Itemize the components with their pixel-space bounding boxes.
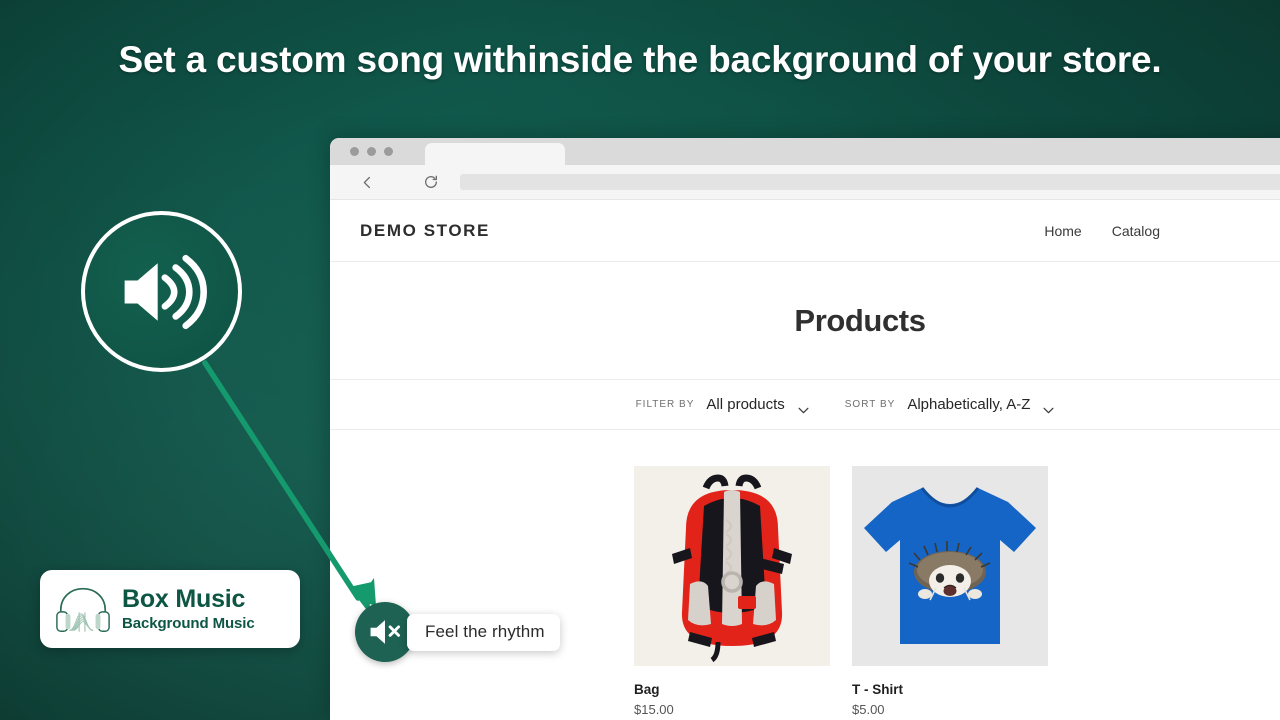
sort-by-select[interactable]: Alphabetically, A-Z xyxy=(907,396,1054,414)
browser-toolbar xyxy=(330,165,1280,200)
brand-title: Box Music xyxy=(122,584,246,613)
brand-card: Box Music Background Music xyxy=(40,570,300,648)
store-logo[interactable]: DEMO STORE xyxy=(360,221,490,241)
product-card[interactable]: Bag $15.00 xyxy=(634,466,830,717)
filter-by-select[interactable]: All products xyxy=(706,396,809,414)
window-controls[interactable] xyxy=(330,147,393,156)
product-price: $15.00 xyxy=(634,702,674,717)
product-title: Bag xyxy=(634,682,660,697)
store-hero: Products xyxy=(330,262,1280,380)
address-bar[interactable] xyxy=(460,174,1280,190)
promo-banner: Set a custom song withinside the backgro… xyxy=(0,0,1280,720)
sort-by-label: SORT BY xyxy=(844,399,896,410)
window-minimize-dot[interactable] xyxy=(367,147,376,156)
rhythm-tooltip: Feel the rhythm xyxy=(407,613,560,651)
brand-subtitle: Background Music xyxy=(122,614,255,632)
red-black-backpack-photo[interactable] xyxy=(634,466,830,666)
product-card[interactable]: T - Shirt $5.00 xyxy=(852,466,1048,717)
window-close-dot[interactable] xyxy=(350,147,359,156)
store-nav: Home Catalog xyxy=(1044,223,1280,239)
collection-title: Products xyxy=(794,302,926,338)
facet-bar: FILTER BY All products SORT BY Alphabeti… xyxy=(330,380,1280,430)
sort-by-facet: SORT BY Alphabetically, A-Z xyxy=(844,396,1055,414)
nav-item-catalog[interactable]: Catalog xyxy=(1112,223,1160,239)
music-player-widget: Feel the rhythm xyxy=(355,602,560,662)
product-price: $5.00 xyxy=(852,702,885,717)
nav-item-home[interactable]: Home xyxy=(1044,223,1081,239)
filter-by-value: All products xyxy=(706,396,785,413)
mute-toggle-button[interactable] xyxy=(355,602,415,662)
volume-up-icon xyxy=(116,246,208,338)
browser-tab[interactable] xyxy=(425,143,565,165)
filter-by-label: FILTER BY xyxy=(635,399,695,410)
reload-icon[interactable] xyxy=(418,169,444,195)
store-header: DEMO STORE Home Catalog xyxy=(330,200,1280,262)
filter-by-facet: FILTER BY All products xyxy=(635,396,809,414)
chevron-left-icon[interactable] xyxy=(354,169,380,195)
chevron-down-icon xyxy=(798,401,809,414)
page-title: Set a custom song withinside the backgro… xyxy=(118,39,1162,80)
blue-hedgehog-tshirt-photo[interactable] xyxy=(852,466,1048,666)
product-grid: Bag $15.00 T - Shirt $5.00 xyxy=(330,430,1280,717)
volume-mute-icon xyxy=(368,615,402,649)
chevron-down-icon xyxy=(1043,401,1054,414)
headphones-waveform-icon xyxy=(54,583,112,635)
sort-by-value: Alphabetically, A-Z xyxy=(907,396,1031,413)
window-maximize-dot[interactable] xyxy=(384,147,393,156)
speaker-badge xyxy=(81,211,242,372)
browser-tabstrip xyxy=(330,138,1280,165)
product-title: T - Shirt xyxy=(852,682,903,697)
